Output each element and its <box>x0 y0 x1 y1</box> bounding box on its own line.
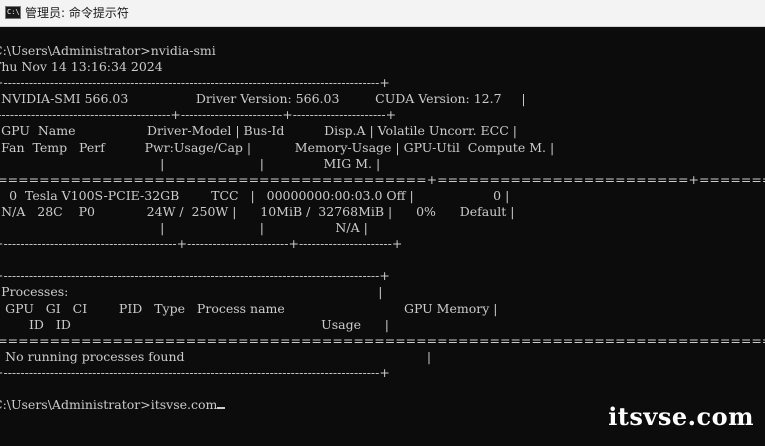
terminal-line: | Processes: | <box>0 284 383 300</box>
terminal-line: C:\Users\Administrator>itsvse.com <box>0 397 218 413</box>
terminal-line: | N/A 28C P0 24W / 250W | 10MiB / 32768M… <box>0 203 515 219</box>
terminal-line: |=======================================… <box>0 332 765 348</box>
terminal-line: | 0 Tesla V100S-PCIE-32GB TCC | 00000000… <box>0 187 510 203</box>
terminal-line: +---------------------------------------… <box>0 75 390 91</box>
terminal-line: | Fan Temp Perf Pwr:Usage/Cap | Memory-U… <box>0 139 555 155</box>
terminal-line: | GPU Name Driver-Model | Bus-Id Disp.A … <box>0 123 517 139</box>
cmd-icon: C:\ <box>5 6 21 19</box>
terminal-line: | NVIDIA-SMI 566.03 Driver Version: 566.… <box>0 91 526 107</box>
terminal-line: C:\Users\Administrator>nvidia-smi <box>0 43 216 58</box>
terminal-line: | GPU GI CI PID Type Process name GPU Me… <box>0 300 498 316</box>
text-cursor <box>217 407 226 410</box>
title-bar[interactable]: C:\ 管理员: 命令提示符 <box>0 0 765 27</box>
terminal-line: | | | N/A | <box>0 220 368 236</box>
terminal-line: | No running processes found | <box>0 348 432 364</box>
terminal-line: +---------------------------------------… <box>0 236 403 252</box>
watermark: itsvse.com <box>608 402 754 431</box>
command-prompt-window: C:\ 管理员: 命令提示符 C:\Users\Administrator>nv… <box>0 0 765 446</box>
terminal-output[interactable]: C:\Users\Administrator>nvidia-smi Thu No… <box>0 43 765 413</box>
terminal-line: | | | MIG M. | <box>0 155 381 171</box>
terminal-line: | ID ID Usage | <box>0 316 390 332</box>
window-title: 管理员: 命令提示符 <box>25 6 129 20</box>
terminal-line: Thu Nov 14 13:16:34 2024 <box>0 59 163 75</box>
terminal-line: +---------------------------------------… <box>0 364 390 380</box>
terminal-line: |=======================================… <box>0 171 765 187</box>
terminal-line: +---------------------------------------… <box>0 268 390 284</box>
terminal-line: |---------------------------------------… <box>0 107 397 123</box>
